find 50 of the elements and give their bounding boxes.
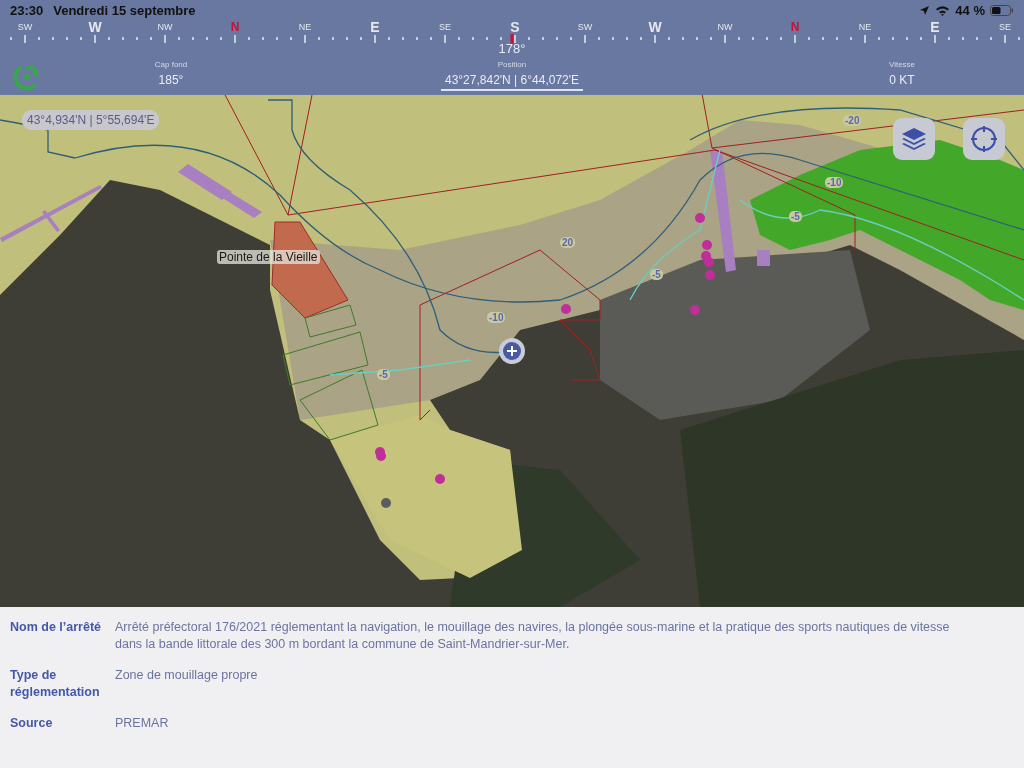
wifi-icon	[935, 4, 951, 16]
depth-label: -20	[843, 115, 862, 126]
readout-value[interactable]: 0 KT	[885, 73, 919, 89]
place-label: Pointe de la Vieille	[217, 250, 320, 264]
status-date: Vendredi 15 septembre	[53, 2, 196, 18]
crosshair-icon	[970, 125, 998, 153]
position-marker[interactable]	[499, 338, 525, 364]
compass-direction-label: SW	[576, 21, 594, 34]
locate-button[interactable]	[963, 118, 1005, 160]
readout-label: Vitesse	[888, 60, 916, 69]
cursor-coordinates: 43°4,934'N | 5°55,694'E	[22, 110, 160, 130]
compass-direction-label: SW	[16, 21, 34, 34]
readout-value[interactable]: 43°27,842'N | 6°44,072'E	[440, 73, 584, 91]
status-time: 23:30	[10, 2, 44, 18]
depth-label: -10	[825, 177, 844, 188]
layers-icon	[901, 127, 927, 151]
compass-direction-label: NW	[156, 21, 174, 34]
depth-label: -5	[377, 369, 390, 380]
compass-direction-label: SE	[998, 21, 1012, 34]
readout-label: Cap fond	[154, 60, 188, 69]
detail-label: Nom de l’arrêté	[10, 619, 102, 636]
buoy-marker	[381, 498, 391, 508]
compass-heading: 178°	[497, 42, 527, 56]
compass-direction-label: E	[369, 20, 381, 34]
depth-label: -10	[487, 312, 506, 323]
detail-value: Arrêté préfectoral 176/2021 réglementant la navigation, le mouillage des navires, la plongée sous-marine et la pratique des sports nautiques de vitesse dans la bande littorale des 300 m bordant la commune de Saint-Mandrier-sur-Mer.	[115, 619, 951, 653]
readout-value[interactable]: 185°	[154, 73, 188, 89]
compass-direction-label: N	[229, 20, 241, 34]
battery-icon	[990, 4, 1014, 16]
depth-label: 20	[560, 237, 576, 248]
layers-button[interactable]	[893, 118, 935, 160]
battery-percentage: 44 %	[955, 2, 985, 18]
depth-label: -5	[789, 211, 802, 222]
detail-label: Type de réglementation	[10, 667, 101, 701]
compass-direction-label: E	[929, 20, 941, 34]
compass-direction-label: SE	[438, 21, 452, 34]
compass-direction-label: S	[509, 20, 521, 34]
detail-label: Source	[10, 715, 54, 732]
compass-direction-label: NE	[857, 21, 873, 34]
compass-direction-label: N	[789, 20, 801, 34]
compass-direction-label: W	[647, 20, 663, 34]
heading-indicator	[510, 34, 514, 44]
compass-direction-label: NW	[716, 21, 734, 34]
detail-value: PREMAR	[115, 715, 170, 732]
compass-direction-label: W	[87, 20, 103, 34]
detail-value: Zone de mouillage propre	[115, 667, 259, 684]
location-arrow-icon	[919, 4, 931, 16]
compass-direction-label: NE	[297, 21, 313, 34]
depth-label: -5	[650, 269, 663, 280]
readout-label: Position	[497, 60, 527, 69]
